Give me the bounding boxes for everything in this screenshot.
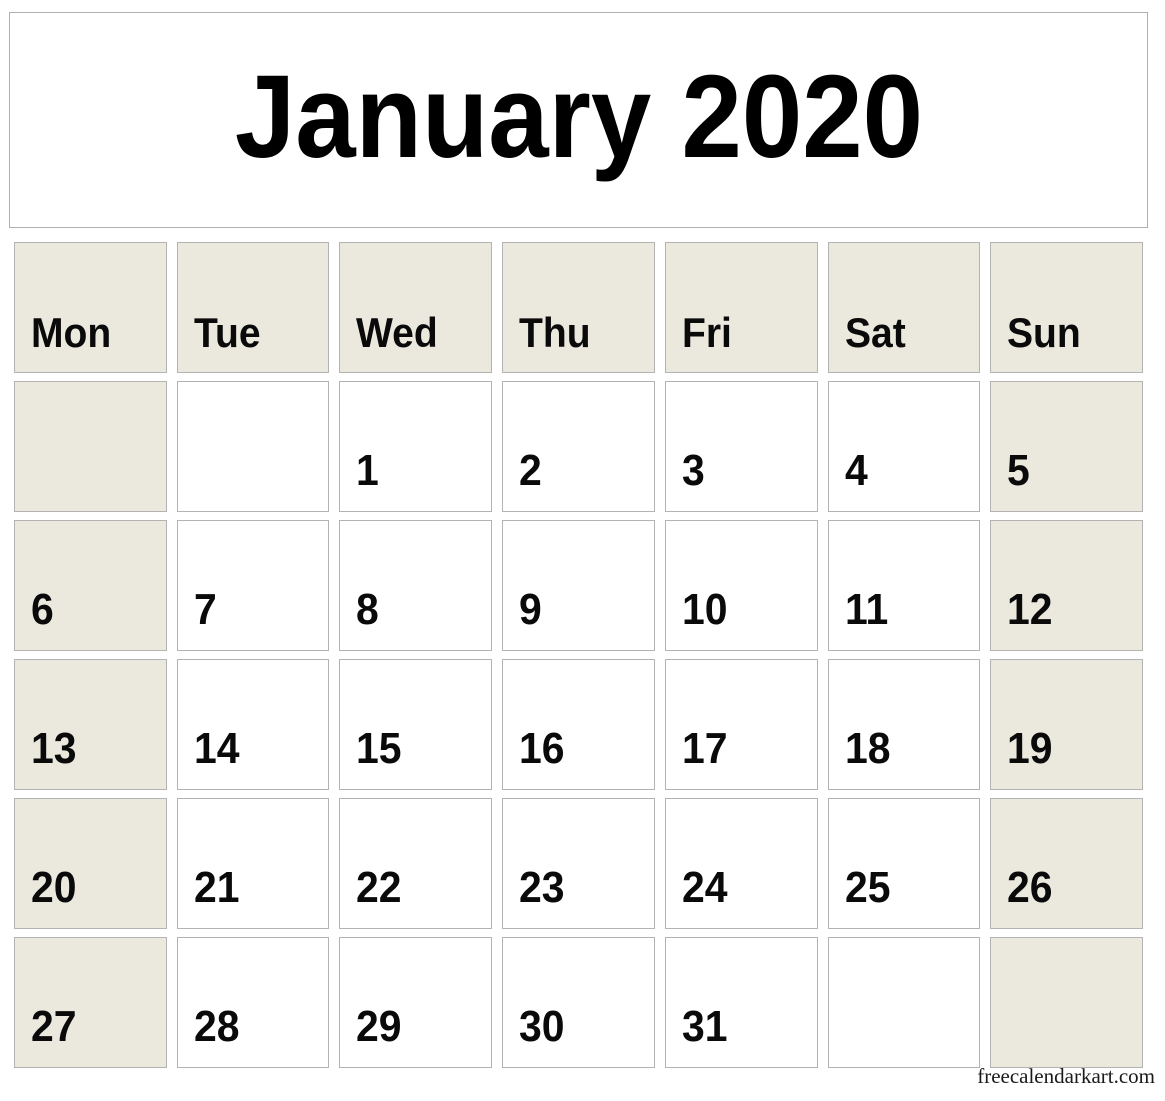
- day-cell[interactable]: 13: [14, 659, 167, 790]
- weekday-header-label: Fri: [681, 309, 732, 356]
- day-cell[interactable]: 14: [176, 659, 330, 790]
- day-cell[interactable]: 25: [827, 798, 981, 929]
- day-number: 10: [681, 585, 728, 634]
- day-number: 30: [519, 1002, 565, 1051]
- day-number: 17: [681, 724, 728, 773]
- weekday-header-label: Sat: [844, 309, 906, 356]
- day-cell[interactable]: 26: [990, 798, 1143, 929]
- day-number: 26: [1007, 863, 1053, 912]
- day-cell[interactable]: 6: [14, 520, 167, 651]
- day-cell[interactable]: 3: [664, 381, 818, 512]
- day-number: 20: [31, 863, 77, 912]
- day-cell[interactable]: 22: [339, 798, 493, 929]
- day-number: 1: [356, 446, 380, 495]
- day-number: 5: [1007, 446, 1031, 495]
- day-number: 27: [31, 1002, 77, 1051]
- day-number: 14: [193, 724, 240, 773]
- day-number: 13: [31, 724, 77, 773]
- day-number: 3: [681, 446, 705, 495]
- day-cell[interactable]: 20: [14, 798, 167, 929]
- weekday-header-label: Thu: [519, 309, 591, 356]
- day-number: 28: [193, 1002, 240, 1051]
- day-cell[interactable]: 19: [990, 659, 1143, 790]
- day-number: 12: [1007, 585, 1053, 634]
- day-number: 6: [31, 585, 54, 634]
- day-number: 7: [193, 585, 217, 634]
- weekday-header-mon: Mon: [14, 242, 167, 373]
- watermark: freecalendarkart.com: [977, 1064, 1155, 1088]
- day-cell[interactable]: 29: [339, 937, 493, 1068]
- day-cell[interactable]: 9: [502, 520, 655, 651]
- day-cell[interactable]: 16: [502, 659, 655, 790]
- day-number: 18: [844, 724, 891, 773]
- day-cell[interactable]: 4: [827, 381, 981, 512]
- day-number: 24: [681, 863, 728, 912]
- day-number: 11: [844, 585, 888, 634]
- day-cell-empty: [176, 381, 330, 512]
- day-number: 9: [519, 585, 542, 634]
- weekday-header-wed: Wed: [339, 242, 493, 373]
- day-number: 8: [356, 585, 380, 634]
- weekday-header-label: Tue: [193, 309, 261, 356]
- day-number: 4: [844, 446, 868, 495]
- day-number: 21: [193, 863, 240, 912]
- day-cell[interactable]: 8: [339, 520, 493, 651]
- day-cell[interactable]: 5: [990, 381, 1143, 512]
- day-cell[interactable]: 17: [664, 659, 818, 790]
- day-cell[interactable]: 24: [664, 798, 818, 929]
- day-cell[interactable]: 21: [176, 798, 330, 929]
- day-number: 16: [519, 724, 565, 773]
- calendar-root: January 2020 Mon Tue Wed Thu Fri Sat Sun 1 2 3 4 5 6…: [0, 0, 1165, 1101]
- day-cell-empty: [14, 381, 167, 512]
- day-number: 31: [681, 1002, 728, 1051]
- day-cell[interactable]: 23: [502, 798, 655, 929]
- day-cell[interactable]: 2: [502, 381, 655, 512]
- day-cell[interactable]: 30: [502, 937, 655, 1068]
- weekday-header-sun: Sun: [990, 242, 1143, 373]
- day-cell-empty: [827, 937, 981, 1068]
- day-cell[interactable]: 11: [827, 520, 981, 651]
- day-cell-empty: [990, 937, 1143, 1068]
- day-number: 29: [356, 1002, 402, 1051]
- day-cell[interactable]: 10: [664, 520, 818, 651]
- day-cell[interactable]: 18: [827, 659, 981, 790]
- day-cell[interactable]: 12: [990, 520, 1143, 651]
- weekday-header-thu: Thu: [502, 242, 655, 373]
- calendar-title: January 2020: [234, 51, 923, 183]
- day-cell[interactable]: 1: [339, 381, 493, 512]
- day-cell[interactable]: 27: [14, 937, 167, 1068]
- day-number: 25: [844, 863, 891, 912]
- weekday-header-sat: Sat: [827, 242, 981, 373]
- day-cell[interactable]: 28: [176, 937, 330, 1068]
- day-number: 19: [1007, 724, 1053, 773]
- day-number: 2: [519, 446, 542, 495]
- weekday-header-label: Wed: [356, 309, 439, 356]
- day-number: 23: [519, 863, 565, 912]
- day-cell[interactable]: 31: [664, 937, 818, 1068]
- day-number: 22: [356, 863, 402, 912]
- weekday-header-label: Mon: [31, 309, 112, 356]
- weekday-header-tue: Tue: [176, 242, 330, 373]
- weekday-header-fri: Fri: [664, 242, 818, 373]
- weekday-header-label: Sun: [1007, 309, 1082, 356]
- day-cell[interactable]: 15: [339, 659, 493, 790]
- calendar-grid: Mon Tue Wed Thu Fri Sat Sun 1 2 3 4 5 6 7 8 9 10 11 12 13 14…: [9, 238, 1148, 1090]
- day-cell[interactable]: 7: [176, 520, 330, 651]
- calendar-title-panel: January 2020: [9, 12, 1148, 228]
- day-number: 15: [356, 724, 402, 773]
